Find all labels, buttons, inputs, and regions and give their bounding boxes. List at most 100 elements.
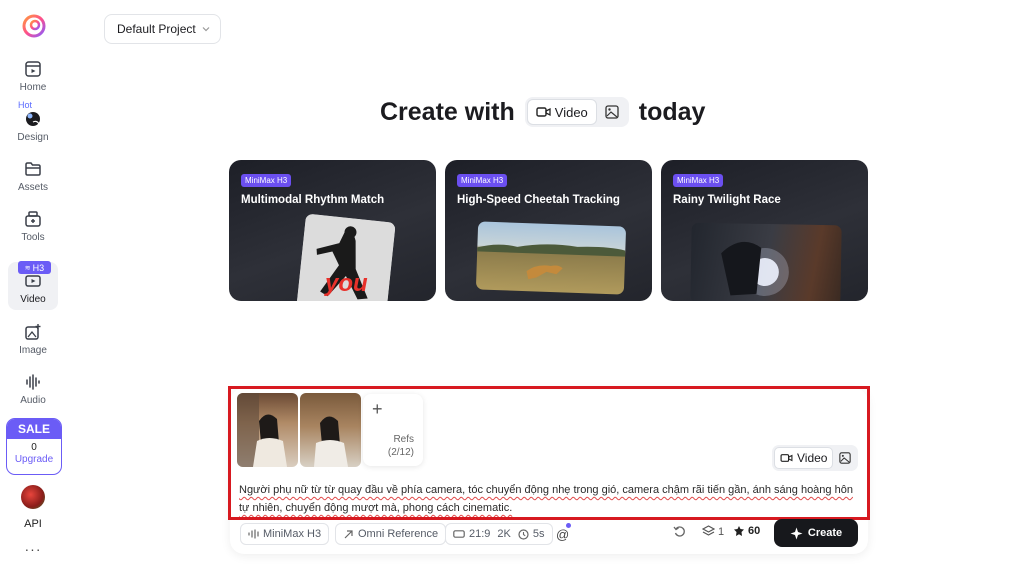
sidebar-item-label: Image <box>19 345 47 356</box>
card-title: High-Speed Cheetah Tracking <box>457 194 620 206</box>
composer-video-mode-button[interactable]: Video <box>774 447 834 469</box>
woman-photo-icon <box>237 393 287 467</box>
folder-icon <box>25 162 41 176</box>
create-button[interactable]: Create <box>774 519 858 547</box>
output-count-value: 1 <box>718 525 725 538</box>
sidebar-item-tools[interactable]: Tools <box>8 210 58 243</box>
reference-image-1[interactable] <box>237 393 298 467</box>
video-tag-label: H3 <box>32 262 45 273</box>
plus-icon: + <box>372 399 383 419</box>
aspect-ratio-value: 21:9 <box>469 528 491 540</box>
project-name: Default Project <box>117 22 196 36</box>
credit-count: 0 <box>31 442 37 453</box>
model-name: MiniMax H3 <box>263 528 322 540</box>
sidebar-item-design[interactable]: Design <box>8 110 58 143</box>
prompt-input[interactable]: Người phụ nữ từ từ quay đầu về phía came… <box>239 481 859 517</box>
sidebar-item-label: Design <box>17 132 49 143</box>
undo-icon <box>673 526 685 537</box>
mention-button[interactable]: @ <box>556 527 569 542</box>
sale-upgrade-card[interactable]: SALE 0 Upgrade <box>6 418 62 475</box>
duration-value: 5s <box>532 528 545 540</box>
chevron-down-icon <box>202 27 210 32</box>
credit-cost-value: 60 <box>748 525 761 537</box>
sale-title: SALE <box>7 419 61 439</box>
avatar[interactable] <box>21 485 45 509</box>
reference-mode-selector[interactable]: Omni Reference <box>335 523 447 545</box>
sidebar-item-label: Video <box>20 294 46 305</box>
model-selector[interactable]: MiniMax H3 <box>240 523 330 545</box>
reference-image-2[interactable] <box>300 393 361 467</box>
reference-icon <box>344 529 353 538</box>
home-icon <box>25 61 41 77</box>
video-mode-label: Video <box>554 104 588 120</box>
create-label: Create <box>807 527 843 539</box>
title-suffix: today <box>638 97 706 126</box>
image-mode-button[interactable] <box>597 99 627 125</box>
image-icon <box>25 324 41 340</box>
video-mode-button[interactable]: Video <box>526 99 597 125</box>
motorcycle-illustration-icon <box>721 241 789 296</box>
model-badge: MiniMax H3 <box>673 174 724 187</box>
card-title: Rainy Twilight Race <box>673 194 781 206</box>
sidebar-item-home[interactable]: Home <box>8 60 58 93</box>
video-settings-selector[interactable]: 21:9 2K 5s <box>445 523 553 545</box>
composer-video-label: Video <box>797 451 828 465</box>
upgrade-link[interactable]: Upgrade <box>7 454 61 465</box>
sparkle-icon <box>790 527 803 539</box>
woman-photo-icon <box>314 416 348 467</box>
card-thumbnail <box>690 222 842 301</box>
video-camera-icon <box>780 454 793 462</box>
card-thumbnail <box>475 221 627 295</box>
hot-badge: Hot <box>18 100 33 110</box>
sidebar-item-label: Audio <box>20 395 46 406</box>
project-selector[interactable]: Default Project <box>104 14 221 44</box>
output-count-selector[interactable]: 1 <box>702 525 724 538</box>
sidebar-item-image[interactable]: Image <box>8 323 58 356</box>
card-overlay-text: you <box>325 270 368 297</box>
wave-icon <box>248 529 259 539</box>
tools-icon <box>25 211 41 227</box>
add-reference-button[interactable]: + Refs (2/12) <box>363 394 423 466</box>
title-prefix: Create with <box>380 97 515 126</box>
refs-label: Refs <box>393 434 414 445</box>
reset-button[interactable] <box>673 525 686 538</box>
video-icon <box>25 275 41 287</box>
reference-mode-label: Omni Reference <box>358 528 439 540</box>
image-icon <box>605 105 619 119</box>
card-title: Multimodal Rhythm Match <box>241 194 385 206</box>
aspect-ratio-icon <box>453 530 465 538</box>
video-new-badge: ≋ H3 <box>18 261 51 274</box>
app-root: Home Hot Design Assets Tools Video ≋ H3 I… <box>0 0 1024 576</box>
template-card-rhythm[interactable]: MiniMax H3 Multimodal Rhythm Match you <box>229 160 436 301</box>
resolution-value: 2K <box>497 528 511 540</box>
sidebar-item-assets[interactable]: Assets <box>8 160 58 193</box>
mention-indicator <box>566 523 571 528</box>
sidebar-item-label: Tools <box>21 232 45 243</box>
refs-count: (2/12) <box>387 447 414 458</box>
sidebar: Home Hot Design Assets Tools Video ≋ H3 I… <box>0 0 66 576</box>
composer-mode-toggle: Video <box>772 445 858 471</box>
sidebar-item-label: Assets <box>17 182 48 193</box>
api-link[interactable]: API <box>0 518 66 530</box>
media-type-toggle: Video <box>524 97 629 127</box>
composer-image-mode-button[interactable] <box>833 452 856 464</box>
layers-icon <box>702 525 715 536</box>
sidebar-item-audio[interactable]: Audio <box>8 373 58 406</box>
template-card-race[interactable]: MiniMax H3 Rainy Twilight Race <box>661 160 868 301</box>
page-title: Create with Video today <box>380 94 705 130</box>
model-badge: MiniMax H3 <box>457 174 508 187</box>
clock-icon <box>518 528 529 540</box>
video-camera-icon <box>536 107 551 117</box>
wave-icon: ≋ <box>24 264 31 272</box>
app-logo-icon[interactable] <box>22 14 46 38</box>
more-menu-button[interactable]: ··· <box>0 541 66 557</box>
sidebar-item-label: Home <box>19 82 47 93</box>
cheetah-illustration-icon <box>477 244 626 280</box>
audio-icon <box>26 374 40 390</box>
template-card-cheetah[interactable]: MiniMax H3 High-Speed Cheetah Tracking <box>445 160 652 301</box>
image-icon <box>839 452 851 464</box>
credit-cost: 60 <box>733 525 760 537</box>
design-icon <box>26 112 40 126</box>
credit-icon <box>734 526 744 536</box>
model-badge: MiniMax H3 <box>241 174 292 187</box>
